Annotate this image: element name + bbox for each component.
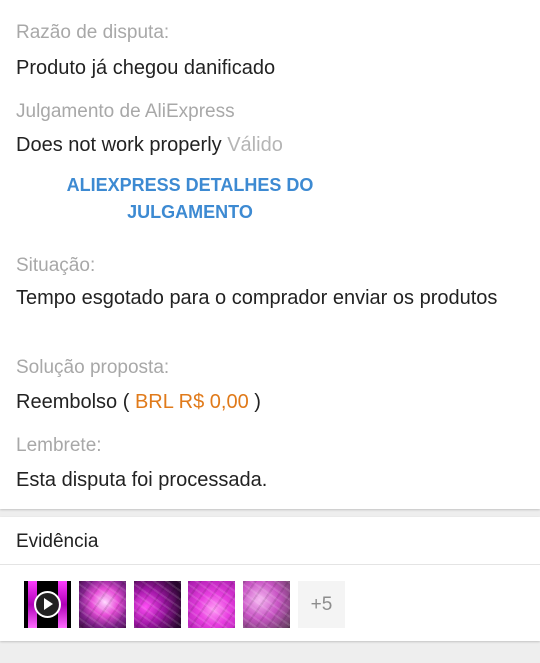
more-evidence-button[interactable]: +5 — [298, 581, 345, 628]
situation-value: Tempo esgotado para o comprador enviar o… — [16, 287, 498, 309]
judgment-details-button[interactable]: ALIEXPRESS DETALHES DO JULGAMENTO — [30, 172, 350, 226]
reason-label: Razão de disputa: — [16, 22, 170, 43]
evidence-photo-thumbnail[interactable] — [134, 581, 181, 628]
evidence-photo-thumbnail[interactable] — [188, 581, 235, 628]
situation-label: Situação: — [16, 255, 96, 276]
reason-value: Produto já chegou danificado — [16, 57, 276, 79]
reminder-label: Lembrete: — [16, 435, 102, 456]
evidence-video-thumbnail[interactable] — [24, 581, 71, 628]
solution-suffix: ) — [254, 391, 261, 413]
evidence-title: Evidência — [16, 531, 99, 552]
evidence-card: Evidência +5 — [0, 517, 540, 641]
evidence-photo-thumbnail[interactable] — [243, 581, 290, 628]
evidence-photo-thumbnail[interactable] — [79, 581, 126, 628]
solution-prefix: Reembolso ( — [16, 391, 130, 413]
dispute-details-card: Razão de disputa: Produto já chegou dani… — [0, 0, 540, 509]
judgment-row: Does not work properly Válido — [16, 132, 283, 159]
divider — [0, 564, 540, 565]
judgment-status: Válido — [227, 134, 283, 156]
solution-label: Solução proposta: — [16, 357, 170, 378]
judgment-label: Julgamento de AliExpress — [16, 101, 235, 122]
play-icon — [34, 591, 61, 618]
reminder-value: Esta disputa foi processada. — [16, 469, 268, 491]
solution-row: Reembolso ( BRL R$ 0,00 ) — [16, 389, 261, 416]
judgment-value: Does not work properly — [16, 134, 222, 156]
solution-amount: BRL R$ 0,00 — [134, 391, 249, 413]
